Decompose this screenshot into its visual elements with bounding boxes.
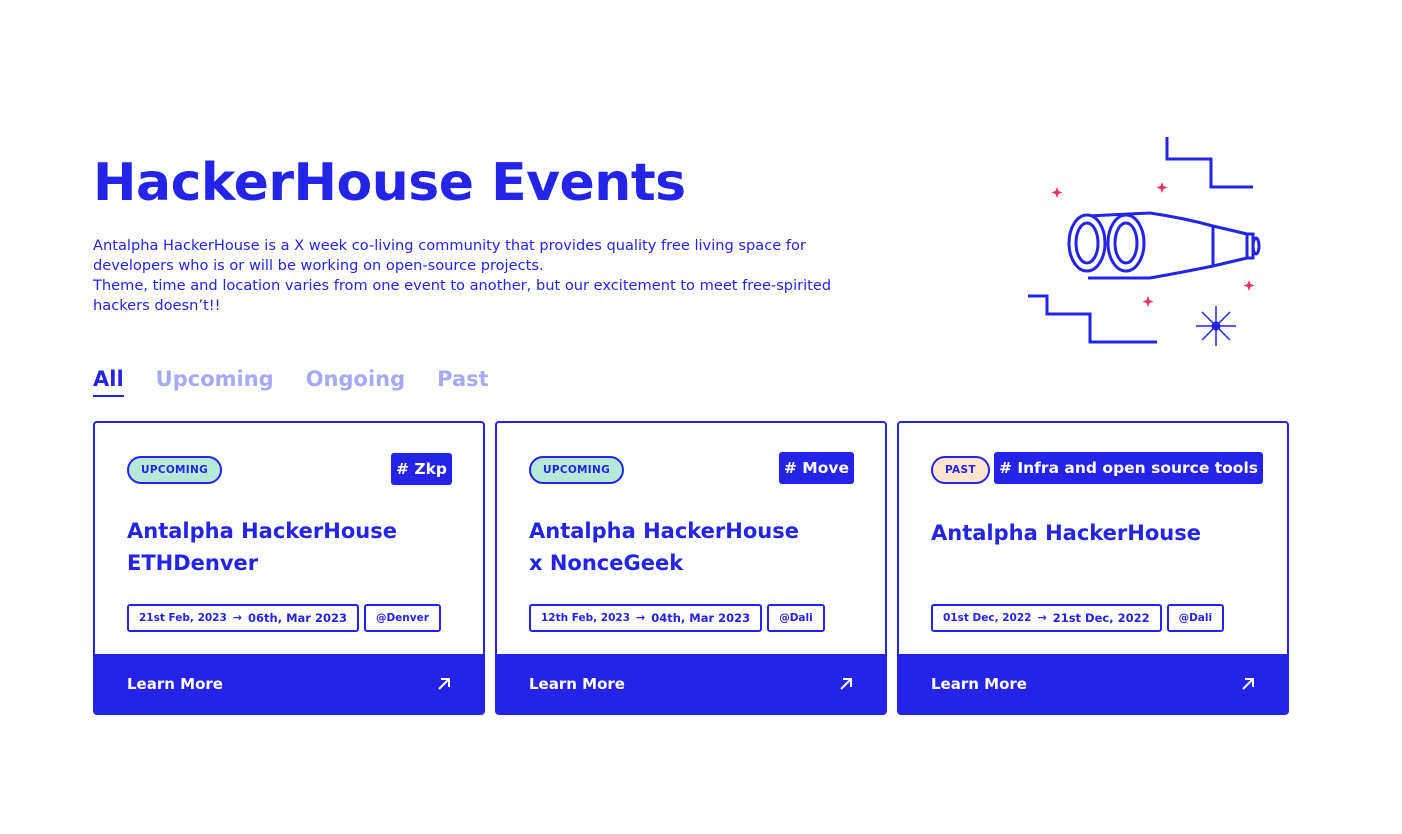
date-range: 21st Feb, 2023 → 06th, Mar 2023 <box>127 604 359 632</box>
event-title-line: ETHDenver <box>127 551 259 575</box>
topic-tag: # Move <box>778 452 854 484</box>
event-meta: 21st Feb, 2023 → 06th, Mar 2023 @Denver <box>127 604 441 632</box>
tab-upcoming[interactable]: Upcoming <box>156 364 274 397</box>
learn-more-label: Learn More <box>529 674 625 693</box>
description-line: Theme, time and location varies from one… <box>93 277 832 294</box>
arrow-up-right-icon <box>438 677 450 690</box>
event-filter-tabs: All Upcoming Ongoing Past <box>93 364 489 397</box>
end-date: 04th, Mar 2023 <box>651 611 751 625</box>
arrow-right-icon: → <box>636 611 646 624</box>
event-title-line: Antalpha HackerHouse <box>931 521 1201 545</box>
learn-more-label: Learn More <box>127 674 223 693</box>
learn-more-button[interactable]: Learn More <box>497 654 885 713</box>
description-line: hackers doesn’t!! <box>93 297 221 314</box>
event-cards: UPCOMING # Zkp Antalpha HackerHouse ETHD… <box>93 421 1289 715</box>
topic-tag: # Zkp <box>390 453 452 485</box>
location-pill: @Dali <box>1166 604 1225 632</box>
event-title: Antalpha HackerHouse <box>931 517 1271 549</box>
event-card: UPCOMING # Zkp Antalpha HackerHouse ETHD… <box>93 421 485 715</box>
date-range: 01st Dec, 2022 → 21st Dec, 2022 <box>931 604 1162 632</box>
event-meta: 01st Dec, 2022 → 21st Dec, 2022 @Dali <box>931 604 1225 632</box>
tab-all[interactable]: All <box>93 364 124 397</box>
arrow-up-right-icon <box>1242 677 1254 690</box>
start-date: 12th Feb, 2023 <box>541 612 631 624</box>
description-line: Antalpha HackerHouse is a X week co-livi… <box>93 237 806 254</box>
arrow-right-icon: → <box>1037 611 1047 624</box>
learn-more-button[interactable]: Learn More <box>95 654 483 713</box>
learn-more-label: Learn More <box>931 674 1027 693</box>
event-card: UPCOMING # Move Antalpha HackerHouse x N… <box>495 421 887 715</box>
page-description: Antalpha HackerHouse is a X week co-livi… <box>93 236 923 316</box>
event-title: Antalpha HackerHouse ETHDenver <box>127 515 467 579</box>
arrow-right-icon: → <box>232 611 243 624</box>
status-badge: UPCOMING <box>127 456 223 484</box>
status-badge: PAST <box>931 456 990 484</box>
location-pill: @Dali <box>767 604 825 632</box>
status-badge: UPCOMING <box>529 456 625 484</box>
start-date: 21st Feb, 2023 <box>139 612 227 624</box>
tab-past[interactable]: Past <box>437 364 489 397</box>
arrow-up-right-icon <box>840 677 852 690</box>
event-meta: 12th Feb, 2023 → 04th, Mar 2023 @Dali <box>529 604 825 632</box>
event-title: Antalpha HackerHouse x NonceGeek <box>529 515 869 579</box>
topic-tag: # Infra and open source tools <box>994 452 1263 484</box>
event-title-line: Antalpha HackerHouse <box>529 519 799 543</box>
tab-ongoing[interactable]: Ongoing <box>306 364 405 397</box>
event-title-line: x NonceGeek <box>529 551 684 575</box>
binoculars-icon <box>1028 137 1261 346</box>
end-date: 06th, Mar 2023 <box>248 611 347 625</box>
location-pill: @Denver <box>363 604 441 632</box>
event-title-line: Antalpha HackerHouse <box>127 519 397 543</box>
start-date: 01st Dec, 2022 <box>943 612 1032 624</box>
learn-more-button[interactable]: Learn More <box>899 654 1287 713</box>
page-title: HackerHouse Events <box>93 153 686 213</box>
description-line: developers who is or will be working on … <box>93 257 544 274</box>
date-range: 12th Feb, 2023 → 04th, Mar 2023 <box>529 604 763 632</box>
end-date: 21st Dec, 2022 <box>1052 611 1150 625</box>
event-card: PAST # Infra and open source tools Antal… <box>897 421 1289 715</box>
